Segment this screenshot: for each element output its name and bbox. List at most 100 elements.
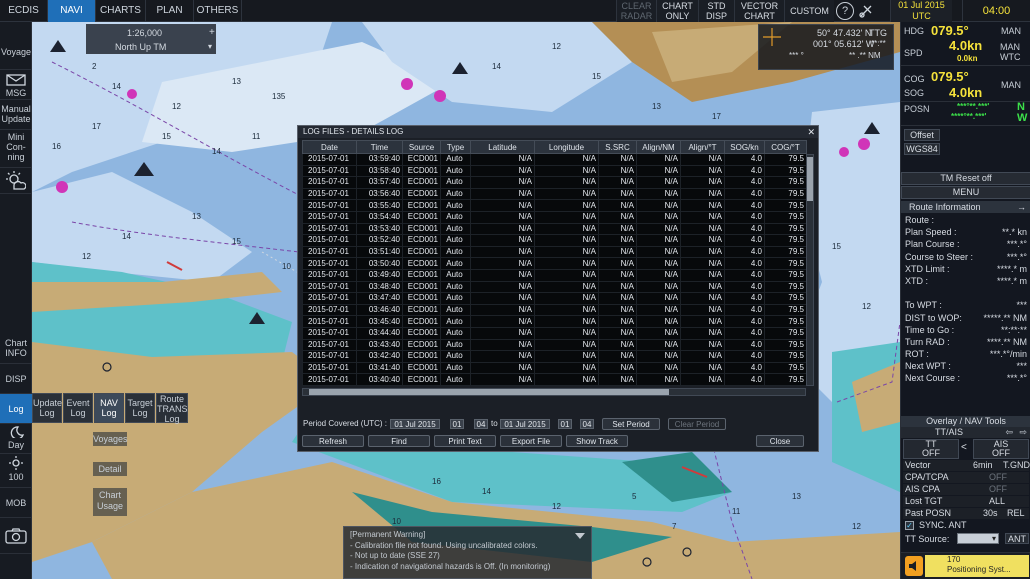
table-row[interactable]: 2015-07-01 03:49:40 ECD001 Auto N/A N/A N/A N/A…	[302, 268, 807, 282]
table-row[interactable]: 2015-07-01 03:43:40 ECD001 Auto N/A N/A N/A N/A…	[302, 338, 807, 352]
table-row[interactable]: 2015-07-01 03:53:40 ECD001 Auto N/A N/A N/A N/A…	[302, 222, 807, 236]
table-row[interactable]: 2015-07-01 03:44:40 ECD001 Auto N/A N/A N/A N/A…	[302, 326, 807, 340]
table-row[interactable]: 2015-07-01 03:59:40 ECD001 Auto N/A N/A N/A N/A…	[302, 153, 807, 166]
tt-source-select[interactable]: ▾	[957, 533, 999, 544]
tab-others[interactable]: OTHERS	[194, 0, 242, 22]
chart-only-button[interactable]: CHART ONLY	[656, 0, 698, 22]
weather-button[interactable]	[0, 168, 32, 194]
table-row[interactable]: 2015-07-01 03:45:40 ECD001 Auto N/A N/A N/A N/A…	[302, 315, 807, 328]
tab-ecdis[interactable]: ECDIS	[0, 0, 48, 22]
tab-target-log[interactable]: Target Log	[125, 393, 155, 423]
table-row[interactable]: 2015-07-01 03:58:40 ECD001 Auto N/A N/A N/A N/A…	[302, 164, 807, 178]
table-row[interactable]: 2015-07-01 03:54:40 ECD001 Auto N/A N/A N/A N/A…	[302, 210, 807, 224]
arrow-left-icon[interactable]: ⇦	[1005, 427, 1013, 438]
ant-button[interactable]: ANT	[1005, 533, 1029, 544]
vector-row[interactable]: Vector 6min T.GND	[903, 460, 1030, 471]
mini-conning-button[interactable]: Mini Con- ning	[0, 130, 32, 168]
table-row[interactable]: 2015-07-01 03:56:40 ECD001 Auto N/A N/A N/A N/A…	[302, 187, 807, 201]
column-header[interactable]: Source	[402, 140, 441, 154]
column-header[interactable]: COG/°T	[764, 140, 807, 154]
std-disp-button[interactable]: STD DISP	[698, 0, 734, 22]
clear-radar-button[interactable]: CLEAR RADAR	[616, 0, 656, 22]
horizontal-scrollbar[interactable]	[302, 388, 806, 396]
msg-button[interactable]: MSG	[0, 70, 32, 100]
column-header[interactable]: Align/°T	[680, 140, 725, 154]
export-file-button[interactable]: Export File	[500, 435, 562, 447]
table-row[interactable]: 2015-07-01 03:41:40 ECD001 Auto N/A N/A N/A N/A…	[302, 361, 807, 375]
table-row[interactable]: 2015-07-01 03:57:40 ECD001 Auto N/A N/A N/A N/A…	[302, 176, 807, 189]
menu-button[interactable]: MENU	[901, 186, 1030, 199]
arrow-right-icon[interactable]: ⇨	[1019, 427, 1027, 438]
tm-reset-button[interactable]: TM Reset off	[901, 172, 1030, 185]
table-row[interactable]: 2015-07-01 03:40:40 ECD001 Auto N/A N/A N/A N/A…	[302, 373, 807, 386]
tab-navi[interactable]: NAVI	[48, 0, 96, 22]
find-button[interactable]: Find	[368, 435, 430, 447]
chart-info-button[interactable]: Chart INFO	[0, 334, 32, 364]
settings-tools-icon[interactable]	[858, 3, 876, 19]
route-info-header[interactable]: Route Information →	[901, 201, 1030, 213]
overlay-tab[interactable]: TT/AIS ⇦ ⇨	[901, 427, 1030, 438]
scrollbar-thumb[interactable]	[807, 157, 813, 201]
ais-cpa-row[interactable]: AIS CPA OFF	[903, 484, 1029, 495]
table-row[interactable]: 2015-07-01 03:51:40 ECD001 Auto N/A N/A N/A N/A…	[302, 245, 807, 259]
scrollbar-thumb[interactable]	[309, 389, 669, 395]
camera-button[interactable]	[0, 518, 32, 554]
past-posn-row[interactable]: Past POSN 30s REL	[903, 508, 1029, 519]
manual-update-button[interactable]: Manual Update	[0, 100, 32, 130]
zoom-in-icon[interactable]: +	[209, 27, 215, 38]
custom-button[interactable]: CUSTOM	[784, 0, 834, 22]
tab-route-trans-log[interactable]: Route TRANS Log	[156, 393, 188, 424]
cpa-row[interactable]: CPA/TCPA OFF	[903, 472, 1029, 483]
print-text-button[interactable]: Print Text	[434, 435, 496, 447]
tt-toggle[interactable]: TT OFF	[903, 439, 959, 459]
close-button[interactable]: Close	[756, 435, 804, 447]
help-icon[interactable]: ?	[836, 2, 854, 20]
speaker-icon[interactable]	[905, 556, 923, 576]
from-min-field[interactable]: 04	[474, 419, 488, 429]
offset-button[interactable]: Offset	[904, 129, 940, 141]
tab-nav-log[interactable]: NAV Log	[94, 393, 124, 423]
from-hour-field[interactable]: 01	[450, 419, 464, 429]
log-button[interactable]: Log	[0, 394, 32, 424]
table-row[interactable]: 2015-07-01 03:55:40 ECD001 Auto N/A N/A N/A N/A…	[302, 199, 807, 212]
vector-chart-button[interactable]: VECTOR CHART	[734, 0, 784, 22]
to-hour-field[interactable]: 01	[558, 419, 572, 429]
table-row[interactable]: 2015-07-01 03:52:40 ECD001 Auto N/A N/A N/A N/A…	[302, 234, 807, 247]
chevron-left-icon[interactable]: <	[961, 442, 967, 453]
voyages-item[interactable]: Voyages	[93, 432, 128, 446]
column-header[interactable]: Align/NM	[636, 140, 681, 154]
column-header[interactable]: Type	[440, 140, 471, 154]
voyage-button[interactable]: Voyage	[0, 44, 32, 70]
to-date-field[interactable]: 01 Jul 2015	[500, 419, 550, 429]
table-row[interactable]: 2015-07-01 03:48:40 ECD001 Auto N/A N/A N/A N/A…	[302, 280, 807, 294]
clear-period-button[interactable]: Clear Period	[668, 418, 726, 430]
show-track-button[interactable]: Show Track	[566, 435, 628, 447]
tab-update-log[interactable]: Update Log	[32, 393, 62, 423]
collapse-icon[interactable]	[575, 533, 585, 539]
column-header[interactable]: SOG/kn	[724, 140, 765, 154]
table-row[interactable]: 2015-07-01 03:50:40 ECD001 Auto N/A N/A N/A N/A…	[302, 257, 807, 270]
set-period-button[interactable]: Set Period	[602, 418, 660, 430]
column-header[interactable]: Longitude	[534, 140, 599, 154]
refresh-button[interactable]: Refresh	[302, 435, 364, 447]
from-date-field[interactable]: 01 Jul 2015	[390, 419, 440, 429]
tab-plan[interactable]: PLAN	[146, 0, 194, 22]
close-icon[interactable]: ✕	[807, 126, 815, 138]
tab-event-log[interactable]: Event Log	[63, 393, 93, 423]
tab-charts[interactable]: CHARTS	[96, 0, 146, 22]
column-header[interactable]: S.SRC	[598, 140, 637, 154]
chart-orientation[interactable]: North Up TM	[115, 42, 166, 52]
lost-tgt-row[interactable]: Lost TGT ALL	[903, 496, 1029, 507]
chart-usage-item[interactable]: Chart Usage	[93, 488, 127, 516]
disp-button[interactable]: DISP	[0, 364, 32, 394]
table-row[interactable]: 2015-07-01 03:42:40 ECD001 Auto N/A N/A N/A N/A…	[302, 350, 807, 363]
chevron-down-icon[interactable]: ▾	[208, 42, 212, 51]
detail-item[interactable]: Detail	[93, 462, 127, 476]
mob-button[interactable]: MOB	[0, 488, 32, 518]
alert-bar[interactable]: 170 Positioning Syst...	[901, 552, 1030, 579]
vertical-scrollbar[interactable]	[806, 154, 814, 386]
column-header[interactable]: Date	[302, 140, 357, 154]
table-row[interactable]: 2015-07-01 03:46:40 ECD001 Auto N/A N/A N/A N/A…	[302, 303, 807, 317]
column-header[interactable]: Time	[356, 140, 403, 154]
to-min-field[interactable]: 04	[580, 419, 594, 429]
